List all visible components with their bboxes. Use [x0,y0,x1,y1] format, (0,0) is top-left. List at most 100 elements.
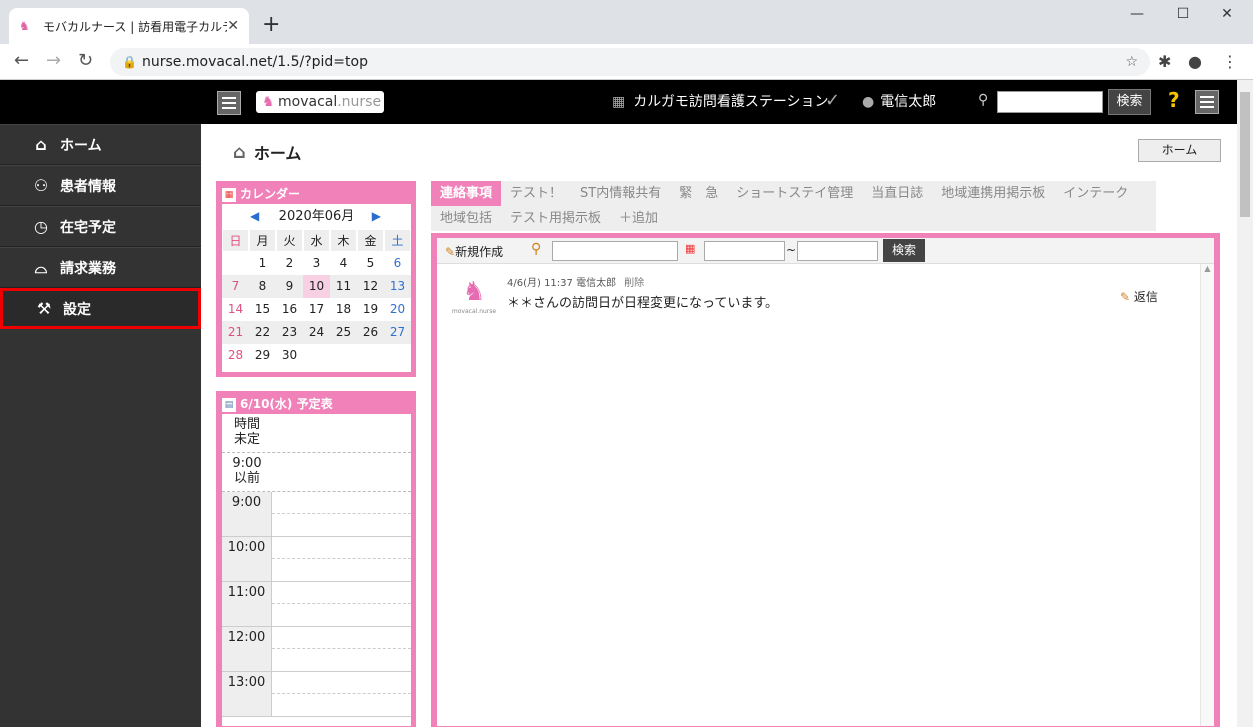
calendar-day[interactable]: 5 [357,252,384,275]
station-label: カルガモ訪問看護ステーション [633,94,829,110]
calendar-day[interactable]: 12 [357,275,384,298]
calendar-day[interactable]: 13 [384,275,411,298]
delete-link[interactable]: 削除 [624,278,644,289]
next-month-icon[interactable]: ▶ [372,204,381,229]
date-from-input[interactable] [704,241,785,261]
sidebar-item-schedule[interactable]: ◷ 在宅予定 [0,206,201,247]
hamburger-menu-icon[interactable] [217,91,241,115]
sidebar-item-patients[interactable]: ⚇ 患者情報 [0,165,201,206]
tab-board[interactable]: ST内情報共有 [571,181,670,206]
calendar-day[interactable]: 24 [303,321,330,344]
calendar-day[interactable]: 21 [222,321,249,344]
schedule-hour-row: 12:00 [222,627,411,672]
reload-icon[interactable]: ↻ [78,50,93,71]
tab-board[interactable]: ＋追加 [610,206,667,231]
maximize-icon[interactable]: ☐ [1160,6,1206,26]
prev-month-icon[interactable]: ◀ [250,204,259,229]
calendar-day[interactable]: 28 [222,344,249,367]
forward-icon[interactable]: → [46,50,61,71]
right-menu-icon[interactable] [1195,90,1219,114]
calendar-day[interactable]: 19 [357,298,384,321]
back-icon[interactable]: ← [14,50,29,71]
date-to-input[interactable] [797,241,878,261]
board-search-button[interactable]: 検索 [883,239,925,262]
calendar-day[interactable]: 25 [330,321,357,344]
tab-board[interactable]: 当直日誌 [862,181,932,206]
profile-icon[interactable]: ● [1188,52,1202,71]
bookmark-star-icon[interactable]: ☆ [1125,48,1138,76]
tab-board[interactable]: テスト！ [501,181,571,206]
schedule-half-slot[interactable] [272,492,411,514]
schedule-hour-label: 13:00 [222,672,272,716]
check-icon[interactable]: ✓ [825,90,840,111]
calendar-day[interactable]: 2 [276,252,303,275]
close-tab-icon[interactable]: ✕ [227,18,239,34]
tab-board[interactable]: テスト用掲示板 [501,206,610,231]
close-window-icon[interactable]: ✕ [1204,6,1250,26]
tab-row: 地域包括 テスト用掲示板 ＋追加 [431,206,1156,231]
calendar-day[interactable]: 15 [249,298,276,321]
schedule-half-slot[interactable] [272,672,411,694]
calendar-day[interactable]: 18 [330,298,357,321]
calendar-day[interactable]: 1 [249,252,276,275]
reply-button[interactable]: ✎ 返信 [1120,288,1158,305]
schedule-slot[interactable] [272,537,411,581]
main-content: ⌂ ホーム ホーム ▦ カレンダー ◀ 2020年06月 ▶ 日月火水木金土1234… [201,124,1237,727]
schedule-hour-row: 11:00 [222,582,411,627]
schedule-slot[interactable] [272,627,411,671]
calendar-day[interactable]: 27 [384,321,411,344]
sidebar-item-settings[interactable]: ⚒ 設定 [0,288,201,329]
url-bar[interactable]: 🔒 nurse.movacal.net/1.5/?pid=top ☆ [110,48,1150,76]
calendar-day[interactable]: 22 [249,321,276,344]
schedule-slot[interactable] [272,672,411,716]
page-scrollbar[interactable] [1237,80,1253,727]
menu-dots-icon[interactable]: ⋮ [1222,52,1238,71]
sidebar-item-home[interactable]: ⌂ ホーム [0,124,201,165]
scrollbar-thumb[interactable] [1240,92,1250,217]
board-keyword-input[interactable] [552,241,678,261]
calendar-day[interactable]: 29 [249,344,276,367]
message-scrollbar[interactable]: ▲ [1200,264,1214,726]
schedule-half-slot[interactable] [272,627,411,649]
browser-tab[interactable]: ♞ モバカルナース | 訪看用電子カルテ ✕ [9,8,249,44]
calendar-day[interactable]: 11 [330,275,357,298]
sidebar-item-billing[interactable]: ⌓ 請求業務 [0,247,201,288]
calendar-day[interactable]: 3 [303,252,330,275]
schedule-half-slot[interactable] [272,537,411,559]
movacal-logo[interactable]: ♞ movacal.nurse [256,91,384,113]
calendar-icon[interactable]: ▦ [685,242,695,255]
calendar-day[interactable]: 17 [303,298,330,321]
calendar-day[interactable]: 7 [222,275,249,298]
calendar-day[interactable]: 6 [384,252,411,275]
calendar-day[interactable]: 8 [249,275,276,298]
help-icon[interactable]: ? [1168,88,1180,112]
minimize-icon[interactable]: — [1114,6,1160,26]
schedule-slot[interactable] [272,582,411,626]
tab-board[interactable]: 地域包括 [431,206,501,231]
calendar-day[interactable]: 14 [222,298,249,321]
schedule-slot[interactable] [272,492,411,536]
calendar-day[interactable]: 26 [357,321,384,344]
tab-board[interactable]: 地域連携用掲示板 [932,181,1054,206]
calendar-day[interactable]: 10 [303,275,330,298]
calendar-day[interactable]: 9 [276,275,303,298]
calendar-day[interactable]: 16 [276,298,303,321]
home-button[interactable]: ホーム [1138,139,1221,162]
new-post-button[interactable]: ✎新規作成 [445,243,503,260]
calendar-day[interactable]: 30 [276,344,303,367]
tab-board[interactable]: ショートステイ管理 [727,181,862,206]
new-tab-icon[interactable]: + [262,12,280,38]
avatar: ♞ movacal.nurse [451,277,497,315]
calendar-day[interactable]: 20 [384,298,411,321]
tab-board[interactable]: インテーク [1054,181,1137,206]
tab-board[interactable]: 緊 急 [670,181,727,206]
station-name[interactable]: ▦ カルガモ訪問看護ステーション [612,91,829,113]
user-menu[interactable]: ● 電信太郎 [862,91,936,113]
calendar-day[interactable]: 23 [276,321,303,344]
extensions-icon[interactable]: ✱ [1158,52,1171,71]
tab-board[interactable]: 連絡事項 [431,181,502,206]
header-search-button[interactable]: 検索 [1108,89,1151,115]
schedule-half-slot[interactable] [272,582,411,604]
header-search-input[interactable] [997,91,1103,113]
calendar-day[interactable]: 4 [330,252,357,275]
